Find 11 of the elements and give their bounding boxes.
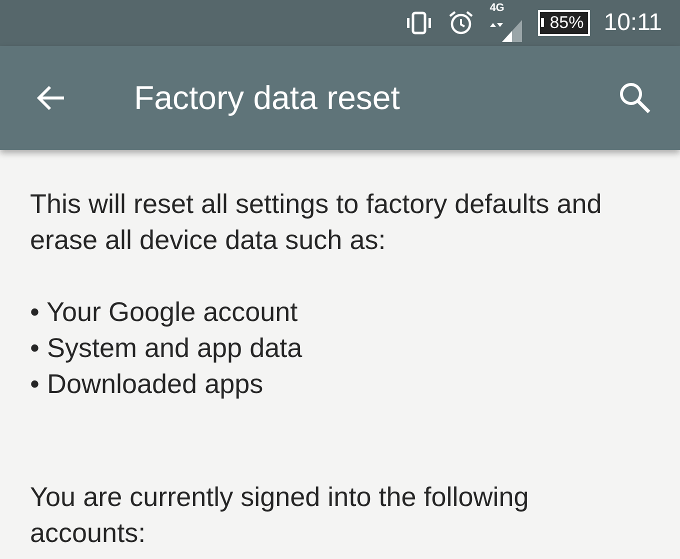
bullet-item: • Your Google account bbox=[30, 297, 298, 327]
accounts-note: You are currently signed into the following accounts: bbox=[30, 481, 530, 550]
intro-text: This will reset all settings to factory defaults and erase all device data such as: bbox=[30, 188, 603, 257]
bullet-item: • System and app data bbox=[30, 333, 302, 363]
alarm-icon bbox=[448, 10, 474, 36]
screen-title: Factory data reset bbox=[134, 79, 401, 117]
signal-icon bbox=[488, 18, 524, 42]
network-type: 4G bbox=[490, 2, 504, 14]
battery-indicator: 85% bbox=[538, 10, 590, 36]
bullet-item: • Downloaded apps bbox=[30, 369, 264, 399]
clock: 10:11 bbox=[604, 9, 662, 37]
